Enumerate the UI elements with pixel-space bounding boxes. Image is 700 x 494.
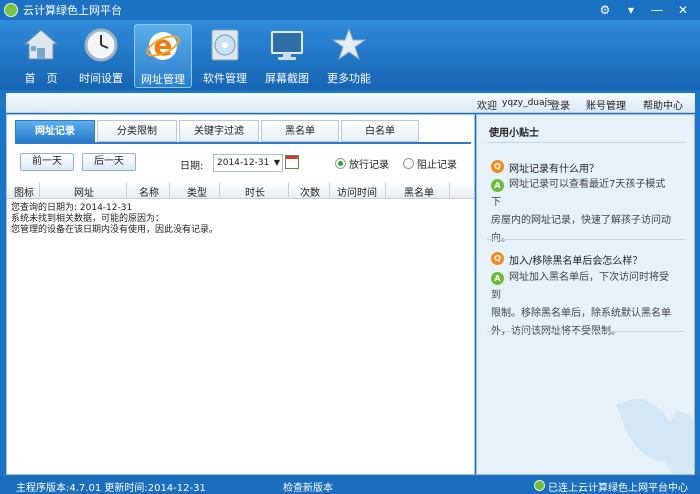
- tab-bar: 网址记录 分类限制 关键字过滤 黑名单 白名单: [15, 120, 471, 144]
- login-link[interactable]: 登录: [550, 97, 570, 112]
- tip-answer-line: 房屋内的网址记录，快速了解孩子访问动: [491, 215, 671, 226]
- radio-label: 阻止记录: [417, 160, 457, 171]
- radio-selected-icon: [335, 158, 346, 169]
- column-divider: [39, 183, 40, 197]
- home-icon: [23, 29, 59, 60]
- account-management-link[interactable]: 账号管理: [586, 97, 626, 112]
- svg-text:e: e: [154, 29, 173, 62]
- column-divider: [288, 183, 289, 197]
- minimize-icon[interactable]: —: [644, 2, 670, 18]
- monitor-icon: [271, 31, 303, 60]
- radio-allow-records[interactable]: 放行记录: [335, 156, 389, 171]
- radio-label: 放行记录: [349, 160, 389, 171]
- clock-icon: [84, 28, 118, 62]
- tip-question: 网址记录有什么用？: [509, 164, 599, 175]
- toolbar-label: 首 页: [24, 72, 58, 85]
- column-divider: [385, 183, 386, 197]
- divider: [487, 331, 685, 332]
- column-header[interactable]: 次数: [296, 184, 324, 199]
- star-icon: [331, 27, 367, 61]
- toolbar-label: 屏幕截图: [265, 72, 309, 85]
- browser-e-icon: e: [146, 29, 180, 62]
- toolbar-label: 网址管理: [141, 73, 185, 86]
- check-update-link[interactable]: 检查新版本: [283, 479, 333, 494]
- toolbar-software-management-button[interactable]: 软件管理: [196, 24, 254, 88]
- column-divider: [219, 183, 220, 197]
- column-header[interactable]: 黑名单: [401, 184, 437, 199]
- app-logo-icon: [4, 3, 18, 17]
- column-header[interactable]: 类型: [183, 184, 211, 199]
- tab-keyword-filter[interactable]: 关键字过滤: [179, 120, 259, 142]
- radio-unselected-icon: [403, 158, 414, 169]
- tips-title: 使用小贴士: [489, 128, 539, 139]
- radio-block-records[interactable]: 阻止记录: [403, 156, 457, 171]
- date-label: 日期:: [180, 161, 204, 172]
- username: yqzy_duajs: [502, 98, 552, 108]
- window-controls: ⚙ ▾ — ✕: [592, 2, 696, 18]
- tip-answer-line: 网址加入黑名单后，下次访问时将受到: [491, 272, 669, 301]
- version-info: 主程序版本:4.7.01 更新时间:2014-12-31: [16, 483, 206, 494]
- tab-blacklist[interactable]: 黑名单: [261, 120, 339, 142]
- empty-message-line: 您查询的日期为: 2014-12-31: [11, 203, 133, 213]
- calendar-icon[interactable]: [285, 155, 299, 169]
- help-center-link[interactable]: 帮助中心: [643, 97, 683, 112]
- tip-answer-line: 限制。移除黑名单后，除系统默认黑名单: [491, 308, 671, 319]
- column-header[interactable]: 时长: [241, 184, 269, 199]
- disc-icon: [211, 29, 239, 61]
- column-header[interactable]: 网址: [69, 184, 99, 199]
- tip-answer-line: 网址记录可以查看最近7天孩子模式下: [491, 179, 666, 208]
- date-value: 2014-12-31: [217, 158, 270, 168]
- question-icon: Q: [491, 160, 504, 173]
- title-bar: 云计算绿色上网平台 ⚙ ▾ — ✕: [0, 0, 700, 20]
- main-panel: 网址记录 分类限制 关键字过滤 黑名单 白名单 前一天 后一天 日期: 2014…: [6, 114, 475, 475]
- connected-check-icon: [534, 480, 545, 491]
- column-header[interactable]: 访问时间: [333, 184, 381, 199]
- empty-message-line: 您管理的设备在该日期内没有使用，因此没有记录。: [11, 225, 219, 235]
- main-toolbar: 首 页 时间设置 e 网址管理 软件管理 屏幕截图 更多功能: [0, 20, 700, 90]
- toolbar-more-features-button[interactable]: 更多功能: [320, 24, 378, 88]
- menu-dropdown-icon[interactable]: ▾: [618, 2, 644, 18]
- tip-answer: 网址记录可以查看最近7天孩子模式下 房屋内的网址记录，快速了解孩子访问动 向。: [491, 176, 671, 248]
- column-header[interactable]: 名称: [135, 184, 163, 199]
- tab-category-limit[interactable]: 分类限制: [97, 120, 177, 142]
- welcome-text: 欢迎: [477, 101, 497, 112]
- divider: [487, 239, 685, 240]
- toolbar-label: 时间设置: [79, 72, 123, 85]
- column-divider: [329, 183, 330, 197]
- connection-status: 已连上云计算绿色上网平台中心: [548, 483, 688, 494]
- window-title: 云计算绿色上网平台: [23, 4, 122, 17]
- column-divider: [169, 183, 170, 197]
- column-divider: [449, 183, 450, 197]
- settings-gear-icon[interactable]: ⚙: [592, 2, 618, 18]
- tips-panel: 使用小贴士 Q 网址记录有什么用？ A 网址记录可以查看最近7天孩子模式下 房屋…: [476, 114, 695, 475]
- tip-answer-line: 外，访问该网址将不受限制。: [491, 323, 671, 341]
- status-bar: 主程序版本:4.7.01 更新时间:2014-12-31 检查新版本 已连上云计…: [0, 476, 700, 494]
- divider: [487, 142, 685, 143]
- toolbar-home-button[interactable]: 首 页: [12, 24, 70, 88]
- next-day-button[interactable]: 后一天: [82, 153, 136, 171]
- column-divider: [126, 183, 127, 197]
- date-picker[interactable]: 2014-12-31 ▼: [213, 154, 283, 172]
- toolbar-url-management-button[interactable]: e 网址管理: [134, 24, 192, 88]
- prev-day-button[interactable]: 前一天: [20, 153, 74, 171]
- close-icon[interactable]: ✕: [670, 2, 696, 18]
- tab-url-records[interactable]: 网址记录: [15, 120, 95, 142]
- chevron-down-icon: ▼: [273, 158, 280, 167]
- toolbar-label: 软件管理: [203, 72, 247, 85]
- toolbar-label: 更多功能: [327, 72, 371, 85]
- user-bar: 欢迎 yqzy_duajs 登录 账号管理 帮助中心: [6, 93, 695, 113]
- toolbar-screenshot-button[interactable]: 屏幕截图: [258, 24, 316, 88]
- tab-whitelist[interactable]: 白名单: [341, 120, 419, 142]
- tip-question: 加入/移除黑名单后会怎么样？: [509, 256, 643, 267]
- toolbar-time-settings-button[interactable]: 时间设置: [72, 24, 130, 88]
- empty-message-line: 系统未找到相关数据，可能的原因为：: [11, 214, 165, 224]
- column-header[interactable]: 图标: [13, 184, 35, 199]
- question-icon: Q: [491, 252, 504, 265]
- table-header: 图标 网址 名称 类型 时长 次数 访问时间 黑名单: [7, 181, 474, 199]
- table-body: 您查询的日期为: 2014-12-31 系统未找到相关数据，可能的原因为： 您管…: [11, 203, 218, 236]
